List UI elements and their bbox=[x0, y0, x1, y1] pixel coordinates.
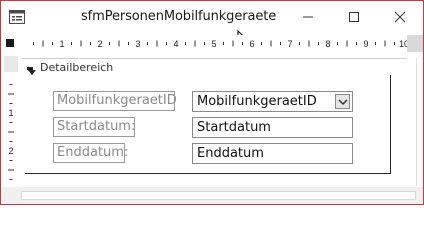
form-icon[interactable] bbox=[9, 10, 25, 24]
form-selector-box[interactable] bbox=[6, 39, 14, 47]
horizontal-scroll-thumb[interactable] bbox=[21, 191, 416, 200]
form-design-window: sfmPersonenMobilfunkgeraete 123456789 10… bbox=[0, 0, 424, 205]
horizontal-scrollbar[interactable] bbox=[1, 187, 423, 204]
close-icon bbox=[394, 11, 406, 23]
form-design-area[interactable]: MobilfunkgeraetID MobilfunkgeraetID Star… bbox=[25, 75, 391, 174]
detail-section-header[interactable]: Detailbereich bbox=[22, 58, 407, 75]
textbox-startdatum[interactable]: Startdatum bbox=[192, 117, 353, 138]
ruler-number: 7 bbox=[287, 39, 292, 49]
maximize-icon bbox=[349, 12, 359, 22]
detail-section-canvas[interactable]: MobilfunkgeraetID MobilfunkgeraetID Star… bbox=[22, 75, 407, 180]
ruler-number: 3 bbox=[135, 39, 140, 49]
minimize-button[interactable] bbox=[285, 1, 331, 33]
vertical-scroll-edge bbox=[416, 58, 417, 186]
label-startdatum[interactable]: Startdatum: bbox=[53, 117, 135, 137]
vertical-ruler[interactable]: 12 bbox=[3, 54, 19, 182]
combobox-mobilfunkgeraetid[interactable]: MobilfunkgeraetID bbox=[192, 91, 353, 112]
ruler-number: 1 bbox=[8, 108, 13, 118]
ruler-ticks: 1 2 3 4 5 6 7 8 9 10 bbox=[33, 39, 408, 49]
minimize-icon bbox=[303, 16, 313, 18]
label-enddatum[interactable]: Enddatum: bbox=[53, 143, 128, 163]
title-bar[interactable]: sfmPersonenMobilfunkgeraete bbox=[1, 1, 423, 33]
horizontal-ruler[interactable]: 1 2 3 4 5 6 7 8 9 10 bbox=[21, 35, 408, 52]
ruler-number: 6 bbox=[249, 39, 254, 49]
ruler-number: 9 bbox=[363, 39, 368, 49]
window-title: sfmPersonenMobilfunkgeraete bbox=[81, 9, 277, 24]
textbox-enddatum[interactable]: Enddatum bbox=[192, 143, 353, 164]
horizontal-ruler-row: 1 2 3 4 5 6 7 8 9 10 bbox=[1, 35, 423, 52]
ruler-number: 2 bbox=[8, 146, 13, 156]
section-label: Detailbereich bbox=[40, 61, 114, 74]
ruler-number: 8 bbox=[325, 39, 330, 49]
ruler-number: 4 bbox=[173, 39, 178, 49]
ruler-number: 2 bbox=[97, 39, 102, 49]
chevron-down-icon bbox=[338, 99, 348, 106]
ruler-right-edge bbox=[407, 35, 423, 52]
ruler-number: 1 bbox=[59, 39, 64, 49]
combobox-dropdown-button[interactable] bbox=[335, 94, 350, 109]
ruler-number: 5 bbox=[211, 39, 216, 49]
label-mobilfunkgeraetid[interactable]: MobilfunkgeraetID bbox=[53, 91, 177, 111]
vertical-ruler-ticks: 12 bbox=[8, 84, 14, 180]
close-button[interactable] bbox=[377, 1, 423, 33]
maximize-button[interactable] bbox=[331, 1, 377, 33]
